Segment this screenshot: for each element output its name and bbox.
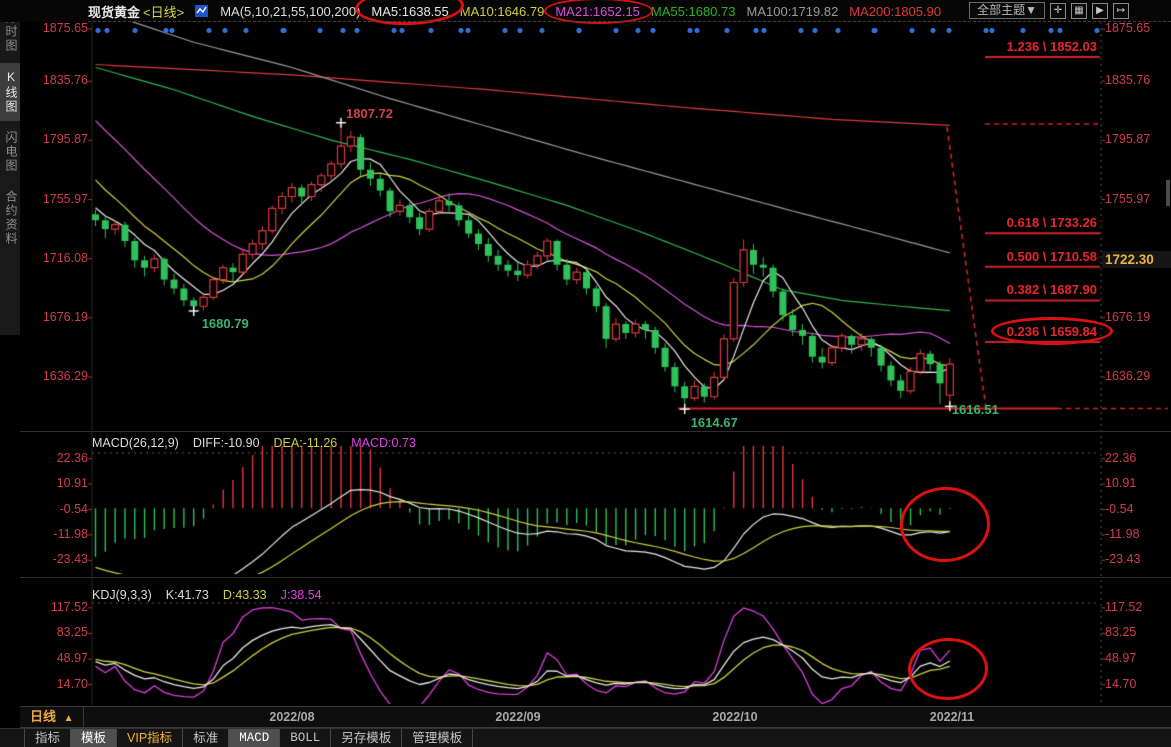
date-label: 2022/08 xyxy=(269,710,314,724)
event-dots-row xyxy=(95,27,1103,34)
right-scrollbar-thumb[interactable] xyxy=(1166,180,1170,206)
indicator-tab-bar: 指标 模板 VIP指标 标准 MACD BOLL 另存模板 管理模板 xyxy=(0,728,1171,747)
sidebar-item-contract-info[interactable]: 合约资料 xyxy=(0,183,20,253)
period-label: 日线 xyxy=(30,709,56,724)
kdj-header: KDJ(9,3,3) K:41.73 D:43.33 J:38.54 xyxy=(92,588,322,602)
macd-header: MACD(26,12,9) DIFF:-10.90 DEA:-11.26 MAC… xyxy=(92,436,416,450)
tab-standard[interactable]: 标准 xyxy=(183,729,229,747)
export-icon[interactable]: ↦ xyxy=(1113,3,1129,19)
tab-macd[interactable]: MACD xyxy=(229,729,280,747)
period-collapse-icon: ▲ xyxy=(64,713,74,724)
date-label: 2022/11 xyxy=(930,710,975,724)
date-label: 2022/10 xyxy=(712,710,757,724)
kdj-panel-separator xyxy=(20,577,1171,578)
tab-save-template[interactable]: 另存模板 xyxy=(331,729,402,747)
ma21-value: MA21:1652.15 xyxy=(555,4,640,19)
mini-chart-icon xyxy=(195,4,209,18)
date-label: 2022/09 xyxy=(495,710,540,724)
annotate-icon[interactable]: ▶ xyxy=(1092,3,1108,19)
tab-vip-indicators[interactable]: VIP指标 xyxy=(117,729,183,747)
measure-icon[interactable]: ▦ xyxy=(1071,3,1087,19)
tab-manage-templates[interactable]: 管理模板 xyxy=(402,729,473,747)
ma-params-label: MA(5,10,21,55,100,200) xyxy=(220,4,360,19)
period-tag: <日线> xyxy=(143,2,184,21)
indicator-legend: 现货黄金 <日线> MA(5,10,21,55,100,200) MA5:163… xyxy=(88,0,941,22)
ma55-value: MA55:1680.73 xyxy=(651,4,736,19)
kdj-k-value: K:41.73 xyxy=(166,588,209,602)
period-selector[interactable]: 日线 ▲ xyxy=(20,707,84,727)
tab-boll[interactable]: BOLL xyxy=(280,729,331,747)
macd-macd-value: MACD:0.73 xyxy=(351,436,416,450)
sidebar-item-kline[interactable]: K线图 xyxy=(0,63,20,121)
kdj-j-value: J:38.54 xyxy=(281,588,322,602)
theme-dropdown-button[interactable]: 全部主题▼ xyxy=(969,2,1045,19)
ma10-value: MA10:1646.79 xyxy=(460,4,545,19)
crosshair-icon[interactable]: ✛ xyxy=(1050,3,1066,19)
macd-title: MACD(26,12,9) xyxy=(92,436,179,450)
topbar-separator xyxy=(88,21,1171,22)
tab-templates[interactable]: 模板 xyxy=(71,729,117,747)
sidebar-item-flash[interactable]: 闪电图 xyxy=(0,124,20,180)
symbol-name: 现货黄金 xyxy=(88,2,140,21)
macd-panel-separator xyxy=(20,431,1171,432)
kdj-d-value: D:43.33 xyxy=(223,588,267,602)
macd-diff-value: DIFF:-10.90 xyxy=(193,436,260,450)
ma5-value: MA5:1638.55 xyxy=(371,4,448,19)
chart-type-sidebar: 分时图 K线图 闪电图 合约资料 xyxy=(0,0,20,335)
ma100-value: MA100:1719.82 xyxy=(747,4,839,19)
top-bar: 现货黄金 <日线> MA(5,10,21,55,100,200) MA5:163… xyxy=(0,0,1171,22)
macd-dea-value: DEA:-11.26 xyxy=(274,436,338,450)
time-axis-row: 日线 ▲ 2022/08 2022/09 2022/10 2022/11 xyxy=(20,706,1171,728)
tab-indicators[interactable]: 指标 xyxy=(24,729,71,747)
kdj-title: KDJ(9,3,3) xyxy=(92,588,152,602)
price-chart-canvas[interactable] xyxy=(0,0,1171,747)
ma200-value: MA200:1805.90 xyxy=(849,4,941,19)
current-price-badge: 1722.30 xyxy=(1102,251,1171,268)
